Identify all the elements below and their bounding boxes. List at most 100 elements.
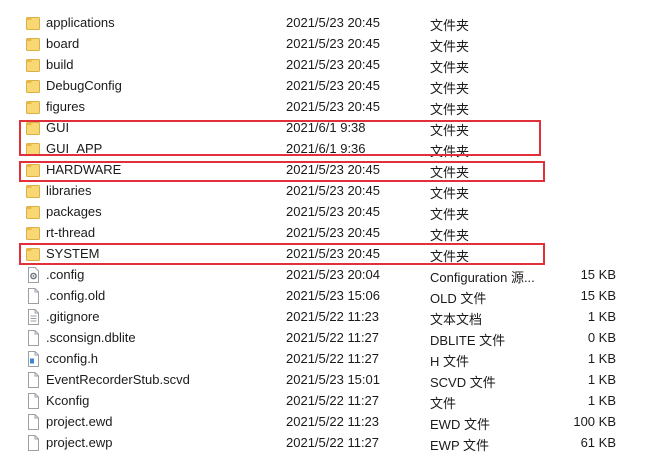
- file-modified-date: 2021/5/23 20:45: [286, 15, 380, 30]
- file-row[interactable]: .gitignore 2021/5/22 11:23 文本文档 1 KB: [0, 306, 665, 327]
- config-file-icon: [26, 267, 40, 283]
- file-name: .sconsign.dblite: [46, 330, 136, 345]
- file-size: 1 KB: [587, 393, 616, 408]
- file-row[interactable]: SYSTEM 2021/5/23 20:45 文件夹: [0, 243, 665, 264]
- folder-icon: [26, 141, 40, 157]
- file-row[interactable]: HARDWARE 2021/5/23 20:45 文件夹: [0, 159, 665, 180]
- file-icon: [26, 414, 40, 430]
- file-type: 文件夹: [430, 18, 470, 33]
- folder-icon: [26, 78, 40, 94]
- file-name: figures: [46, 99, 86, 114]
- file-type: 文件夹: [430, 81, 470, 96]
- file-size: 1 KB: [587, 309, 616, 324]
- folder-icon: [26, 204, 40, 220]
- file-type: 文件夹: [430, 60, 470, 75]
- file-type: 文件夹: [430, 123, 470, 138]
- file-row[interactable]: libraries 2021/5/23 20:45 文件夹: [0, 180, 665, 201]
- file-row[interactable]: .sconsign.dblite 2021/5/22 11:27 DBLITE 文件…: [0, 327, 665, 348]
- file-size: 61 KB: [580, 435, 616, 450]
- file-name: .config: [46, 267, 85, 282]
- file-modified-date: 2021/5/22 11:23: [286, 309, 380, 324]
- file-row[interactable]: cconfig.h 2021/5/22 11:27 H 文件 1 KB: [0, 348, 665, 369]
- file-modified-date: 2021/5/22 11:27: [286, 330, 380, 345]
- file-size: 15 KB: [580, 288, 616, 303]
- file-name: build: [46, 57, 74, 72]
- file-row[interactable]: .config 2021/5/23 20:04 Configuration 源...…: [0, 264, 665, 285]
- file-name: .config.old: [46, 288, 106, 303]
- file-modified-date: 2021/5/23 15:06: [286, 288, 380, 303]
- file-type: SCVD 文件: [430, 375, 496, 390]
- file-type: 文件夹: [430, 249, 470, 264]
- file-row[interactable]: board 2021/5/23 20:45 文件夹: [0, 33, 665, 54]
- file-name: Kconfig: [46, 393, 90, 408]
- file-row[interactable]: project.ewd 2021/5/22 11:23 EWD 文件 100 KB: [0, 411, 665, 432]
- file-modified-date: 2021/5/23 20:45: [286, 57, 380, 72]
- file-name: .gitignore: [46, 309, 100, 324]
- folder-icon: [26, 120, 40, 136]
- file-size: 100 KB: [573, 414, 616, 429]
- file-size: 0 KB: [587, 330, 616, 345]
- text-file-icon: [26, 309, 40, 325]
- folder-icon: [26, 57, 40, 73]
- file-size: 1 KB: [587, 372, 616, 387]
- folder-icon: [26, 246, 40, 262]
- file-name: GUI: [46, 120, 70, 135]
- file-modified-date: 2021/5/22 11:27: [286, 393, 380, 408]
- file-type: 文件夹: [430, 228, 470, 243]
- file-type: 文本文档: [430, 312, 483, 327]
- file-type: Configuration 源...: [430, 270, 535, 285]
- file-modified-date: 2021/5/22 11:27: [286, 435, 380, 450]
- file-row[interactable]: build 2021/5/23 20:45 文件夹: [0, 54, 665, 75]
- file-modified-date: 2021/5/23 20:45: [286, 246, 380, 261]
- file-row[interactable]: EventRecorderStub.scvd 2021/5/23 15:01 SCV…: [0, 369, 665, 390]
- folder-icon: [26, 162, 40, 178]
- folder-icon: [26, 15, 40, 31]
- file-type: 文件: [430, 396, 457, 411]
- file-modified-date: 2021/5/23 20:45: [286, 99, 380, 114]
- file-name: applications: [46, 15, 115, 30]
- file-icon: [26, 372, 40, 388]
- file-type: EWD 文件: [430, 417, 490, 432]
- file-row[interactable]: figures 2021/5/23 20:45 文件夹: [0, 96, 665, 117]
- file-row[interactable]: packages 2021/5/23 20:45 文件夹: [0, 201, 665, 222]
- file-row[interactable]: applications 2021/5/23 20:45 文件夹: [0, 12, 665, 33]
- folder-icon: [26, 225, 40, 241]
- file-modified-date: 2021/5/23 20:45: [286, 183, 380, 198]
- file-modified-date: 2021/5/23 20:45: [286, 162, 380, 177]
- file-icon: [26, 393, 40, 409]
- file-type: 文件夹: [430, 165, 470, 180]
- file-name: GUI_APP: [46, 141, 103, 156]
- file-modified-date: 2021/5/23 20:45: [286, 36, 380, 51]
- header-file-icon: [26, 351, 40, 367]
- file-row[interactable]: project.ewp 2021/5/22 11:27 EWP 文件 61 KB: [0, 432, 665, 453]
- file-row[interactable]: GUI 2021/6/1 9:38 文件夹: [0, 117, 665, 138]
- file-icon: [26, 435, 40, 451]
- file-row[interactable]: rt-thread 2021/5/23 20:45 文件夹: [0, 222, 665, 243]
- file-name: project.ewd: [46, 414, 113, 429]
- file-modified-date: 2021/5/23 20:45: [286, 78, 380, 93]
- file-type: DBLITE 文件: [430, 333, 506, 348]
- file-type: EWP 文件: [430, 438, 489, 453]
- file-icon: [26, 330, 40, 346]
- folder-icon: [26, 183, 40, 199]
- file-name: libraries: [46, 183, 92, 198]
- file-row[interactable]: DebugConfig 2021/5/23 20:45 文件夹: [0, 75, 665, 96]
- file-type: H 文件: [430, 354, 470, 369]
- file-modified-date: 2021/5/23 15:01: [286, 372, 380, 387]
- file-name: packages: [46, 204, 102, 219]
- file-modified-date: 2021/5/23 20:04: [286, 267, 380, 282]
- file-type: 文件夹: [430, 207, 470, 222]
- file-size: 1 KB: [587, 351, 616, 366]
- file-name: SYSTEM: [46, 246, 100, 261]
- file-modified-date: 2021/6/1 9:36: [286, 141, 366, 156]
- file-type: 文件夹: [430, 144, 470, 159]
- file-list: applications 2021/5/23 20:45 文件夹 board 2021/…: [0, 0, 665, 453]
- file-row[interactable]: .config.old 2021/5/23 15:06 OLD 文件 15 KB: [0, 285, 665, 306]
- file-name: HARDWARE: [46, 162, 122, 177]
- file-type: 文件夹: [430, 39, 470, 54]
- file-modified-date: 2021/6/1 9:38: [286, 120, 366, 135]
- file-row[interactable]: Kconfig 2021/5/22 11:27 文件 1 KB: [0, 390, 665, 411]
- file-size: 15 KB: [580, 267, 616, 282]
- file-row[interactable]: GUI_APP 2021/6/1 9:36 文件夹: [0, 138, 665, 159]
- file-name: EventRecorderStub.scvd: [46, 372, 190, 387]
